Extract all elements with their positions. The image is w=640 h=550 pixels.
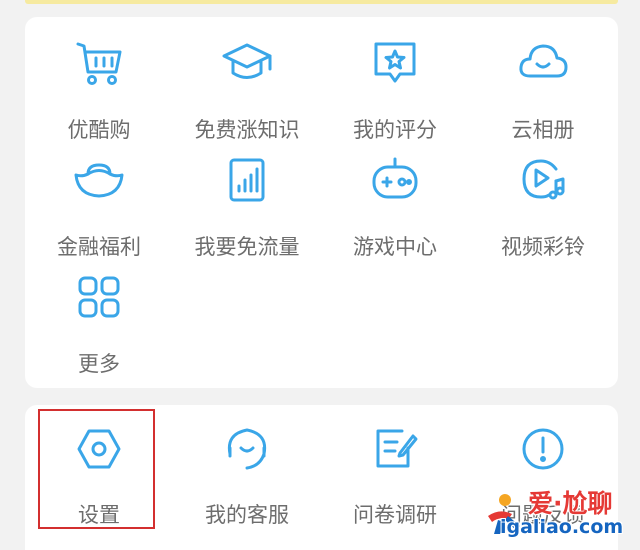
top-strip bbox=[25, 0, 618, 4]
watermark-url: igaliao.com bbox=[500, 516, 624, 538]
service-label: 免费涨知识 bbox=[194, 118, 300, 142]
tool-label: 问卷调研 bbox=[353, 503, 437, 527]
service-label: 视频彩铃 bbox=[501, 235, 585, 259]
service-label: 优酷购 bbox=[67, 118, 131, 142]
survey-edit-icon bbox=[368, 422, 422, 476]
exclamation-circle-icon bbox=[516, 422, 570, 476]
service-label: 我要免流量 bbox=[194, 235, 300, 259]
service-game-center[interactable]: 游戏中心 bbox=[321, 149, 469, 259]
service-label: 我的评分 bbox=[353, 118, 437, 142]
watermark: 爱·尬聊 igaliao.com bbox=[478, 484, 638, 548]
headset-icon bbox=[220, 422, 274, 476]
watermark-text: 爱·尬聊 bbox=[528, 489, 613, 518]
service-label: 云相册 bbox=[511, 118, 575, 142]
gamepad-icon bbox=[368, 153, 422, 207]
service-label: 游戏中心 bbox=[353, 235, 437, 259]
service-free-data[interactable]: 我要免流量 bbox=[173, 149, 321, 259]
service-youku-shop[interactable]: 优酷购 bbox=[25, 32, 173, 142]
service-label: 更多 bbox=[78, 352, 120, 376]
service-cloud-album[interactable]: 云相册 bbox=[469, 32, 617, 142]
settings-highlight-box bbox=[38, 409, 155, 529]
grid-icon bbox=[72, 270, 126, 324]
shopping-cart-icon bbox=[72, 36, 126, 90]
cloud-icon bbox=[516, 36, 570, 90]
star-rating-icon bbox=[368, 36, 422, 90]
services-card: 优酷购 免费涨知识 我的评分 云相册 金融福利 我要免流量 游戏中心 视频彩铃 … bbox=[25, 17, 618, 388]
data-bars-icon bbox=[220, 153, 274, 207]
music-play-icon bbox=[516, 153, 570, 207]
service-more[interactable]: 更多 bbox=[25, 266, 173, 376]
graduation-cap-icon bbox=[220, 36, 274, 90]
service-label: 金融福利 bbox=[57, 235, 141, 259]
service-free-knowledge[interactable]: 免费涨知识 bbox=[173, 32, 321, 142]
service-finance-welfare[interactable]: 金融福利 bbox=[25, 149, 173, 259]
tool-survey[interactable]: 问卷调研 bbox=[321, 417, 469, 527]
gold-ingot-icon bbox=[72, 153, 126, 207]
tool-label: 我的客服 bbox=[205, 503, 289, 527]
service-my-rating[interactable]: 我的评分 bbox=[321, 32, 469, 142]
tool-customer-service[interactable]: 我的客服 bbox=[173, 417, 321, 527]
service-video-ringtone[interactable]: 视频彩铃 bbox=[469, 149, 617, 259]
